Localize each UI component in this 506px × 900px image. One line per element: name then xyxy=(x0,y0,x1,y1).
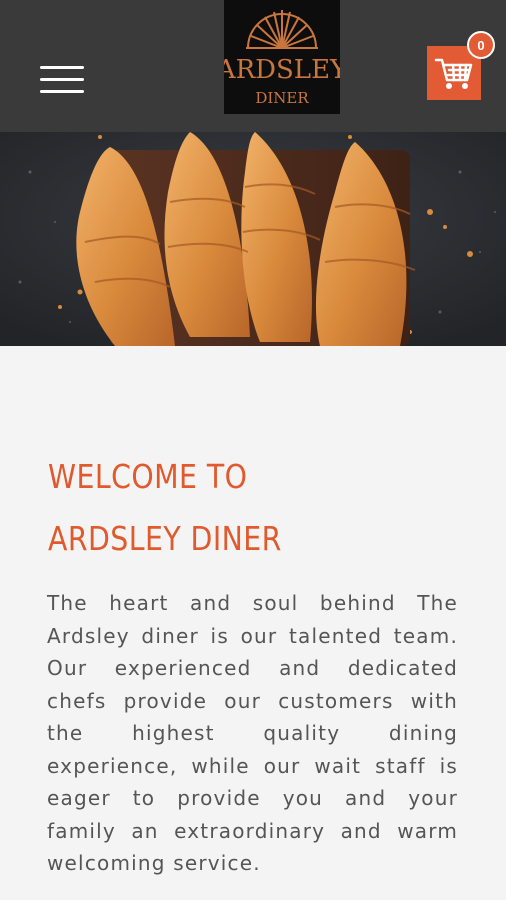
welcome-title-line2: ARDSLEY DINER xyxy=(48,519,282,558)
hamburger-menu-icon[interactable] xyxy=(40,66,84,94)
logo-text-ardsley: ARDSLEY xyxy=(224,55,340,85)
top-header: ARDSLEY DINER 0 xyxy=(0,0,506,132)
cart-count-badge[interactable]: 0 xyxy=(467,31,495,59)
diner-logo[interactable]: ARDSLEY DINER xyxy=(224,0,340,114)
hero-image xyxy=(0,132,506,346)
logo-text-diner: DINER xyxy=(255,89,309,107)
welcome-title-line1: WELCOME TO xyxy=(48,457,248,496)
welcome-body-text: The heart and soul behind The Ardsley di… xyxy=(47,591,458,875)
croissant-photo xyxy=(0,132,506,346)
welcome-heading: WELCOME TO ARDSLEY DINER xyxy=(48,446,409,570)
logo-graphic: ARDSLEY DINER xyxy=(224,10,340,107)
